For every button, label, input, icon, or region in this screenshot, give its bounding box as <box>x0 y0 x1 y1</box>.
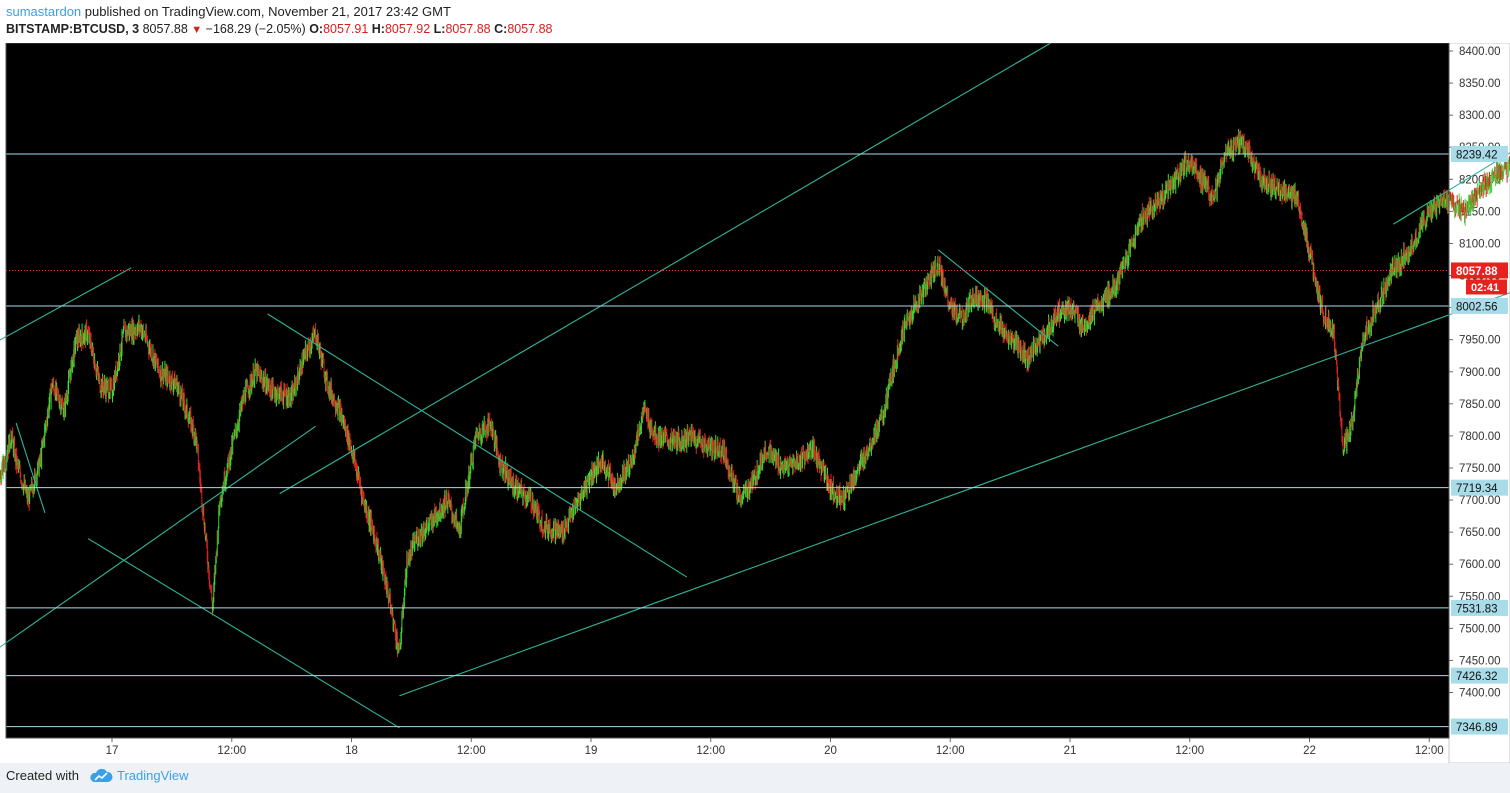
down-arrow-icon: ▼ <box>191 24 203 36</box>
y-tick-label: 7600.00 <box>1459 559 1501 571</box>
x-tick-label: 22 <box>1303 745 1316 757</box>
open-label: O: <box>309 22 324 36</box>
x-tick-label: 19 <box>585 745 598 757</box>
y-tick-label: 7850.00 <box>1459 399 1501 411</box>
chart-area[interactable]: 8400.008350.008300.008250.008200.008150.… <box>0 31 1510 764</box>
tradingview-brand-link[interactable]: TradingView <box>117 768 189 783</box>
y-tick-label: 7500.00 <box>1459 623 1501 635</box>
y-tick-label: 8300.00 <box>1459 110 1501 122</box>
x-tick-label: 12:00 <box>217 745 246 757</box>
open-value: 8057.91 <box>323 22 369 36</box>
x-tick-label: 12:00 <box>457 745 486 757</box>
high-value: 8057.92 <box>384 22 431 36</box>
y-tick-label: 7400.00 <box>1459 688 1501 700</box>
y-tick-label: 7650.00 <box>1459 527 1501 539</box>
chart-header: sumastardon published on TradingView.com… <box>0 0 1510 43</box>
low-value: 8057.88 <box>445 22 491 36</box>
level-price-label: 7346.89 <box>1456 722 1498 734</box>
x-tick-label: 12:00 <box>696 745 725 757</box>
high-label: H: <box>371 22 385 36</box>
last-price-value: 8057.88 <box>142 22 188 36</box>
created-with-label: Created with <box>6 768 79 783</box>
y-tick-label: 7700.00 <box>1459 495 1501 507</box>
change-value: −168.29 (−2.05%) <box>205 22 306 36</box>
close-label: C: <box>494 22 508 36</box>
x-tick-label: 17 <box>106 745 119 757</box>
tradingview-cloud-icon[interactable] <box>88 767 114 790</box>
level-price-label: 7531.83 <box>1456 603 1498 615</box>
x-tick-label: 20 <box>824 745 837 757</box>
level-price-label: 8239.42 <box>1456 150 1498 162</box>
x-tick-label: 18 <box>345 745 358 757</box>
y-tick-label: 7450.00 <box>1459 655 1501 667</box>
x-tick-label: 12:00 <box>1415 745 1444 757</box>
y-tick-label: 7800.00 <box>1459 431 1501 443</box>
publish-info: sumastardon published on TradingView.com… <box>6 4 451 19</box>
x-tick-label: 21 <box>1064 745 1077 757</box>
y-tick-label: 8400.00 <box>1459 46 1501 58</box>
y-tick-label: 8100.00 <box>1459 238 1501 250</box>
countdown-label: 02:41 <box>1471 282 1499 294</box>
level-price-label: 8002.56 <box>1456 301 1498 313</box>
level-price-label: 7719.34 <box>1456 483 1498 495</box>
y-tick-label: 7900.00 <box>1459 367 1501 379</box>
low-label: L: <box>433 22 446 36</box>
published-text: published on TradingView.com, November 2… <box>84 4 451 19</box>
x-tick-label: 12:00 <box>1175 745 1204 757</box>
level-price-label: 7426.32 <box>1456 671 1498 683</box>
last-price-label: 8057.88 <box>1456 266 1498 278</box>
ohlc-legend: BITSTAMP:BTCUSD, 3 8057.88 ▼ −168.29 (−2… <box>6 22 553 36</box>
x-tick-label: 12:00 <box>936 745 965 757</box>
footer-bar: Created with TradingView <box>0 763 1510 793</box>
y-tick-label: 7750.00 <box>1459 463 1501 475</box>
author-link[interactable]: sumastardon <box>6 4 81 19</box>
y-tick-label: 8350.00 <box>1459 78 1501 90</box>
symbol-label[interactable]: BITSTAMP:BTCUSD, 3 <box>6 22 139 36</box>
close-value: 8057.88 <box>507 22 553 36</box>
y-tick-label: 7950.00 <box>1459 335 1501 347</box>
chart-canvas[interactable]: 8400.008350.008300.008250.008200.008150.… <box>0 31 1510 764</box>
